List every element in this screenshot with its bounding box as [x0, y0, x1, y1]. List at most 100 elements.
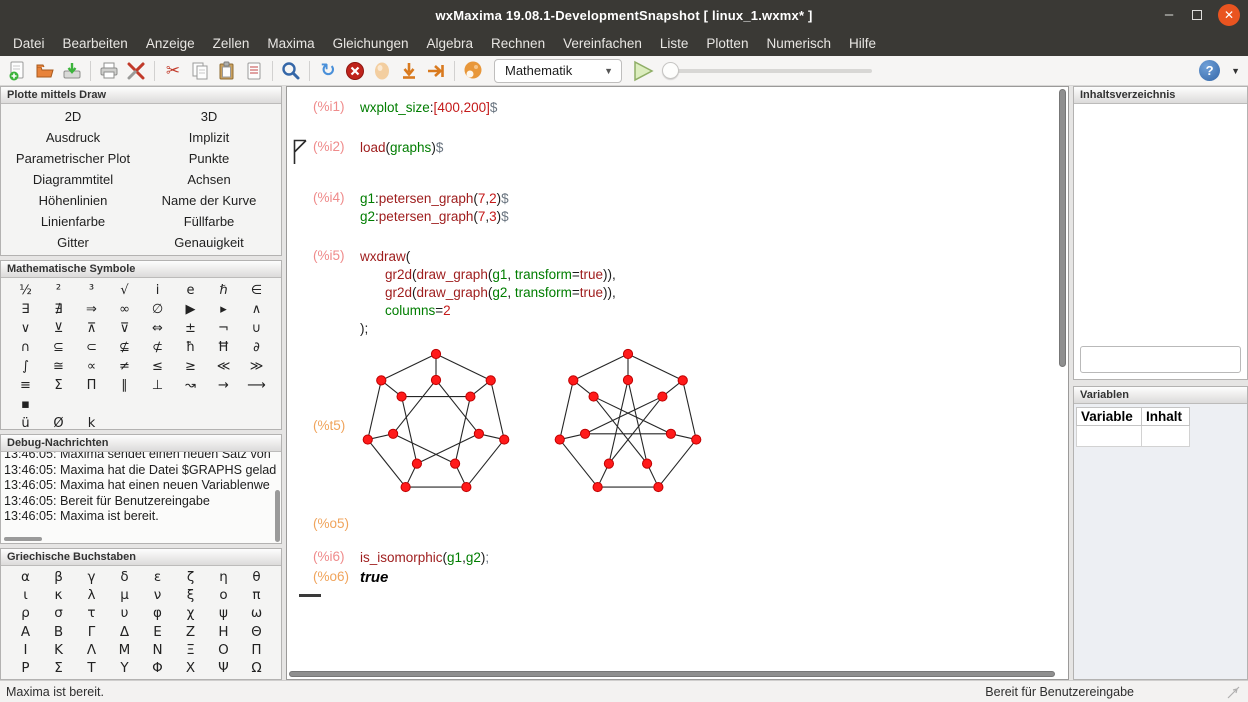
help-icon[interactable]: ?	[1199, 60, 1220, 81]
notebook-vertical-scrollbar-thumb[interactable]	[1059, 89, 1066, 367]
debug-horizontal-scrollbar[interactable]	[4, 537, 42, 541]
greek-letter-button[interactable]: μ	[108, 586, 141, 604]
greek-letter-button[interactable]: ε	[141, 568, 174, 586]
menu-gleichungen[interactable]: Gleichungen	[324, 36, 418, 51]
greek-letter-button[interactable]: ψ	[207, 604, 240, 622]
symbol-button[interactable]: ³	[75, 281, 108, 300]
toolbar-overflow-icon[interactable]: ▼	[1231, 66, 1240, 76]
code-line[interactable]: );	[360, 320, 1056, 338]
symbol-button[interactable]: ∃	[9, 300, 42, 319]
symbol-button[interactable]: ∩	[9, 338, 42, 357]
code-editor[interactable]: load(graphs)$	[360, 139, 1056, 168]
symbol-button[interactable]: ⊼	[75, 319, 108, 338]
greek-letter-button[interactable]: Α	[9, 623, 42, 641]
greek-letter-button[interactable]: δ	[108, 568, 141, 586]
symbol-button[interactable]: ∧	[240, 300, 273, 319]
animation-slider[interactable]	[664, 59, 872, 83]
toc-filter-input[interactable]	[1080, 346, 1241, 373]
paste-icon[interactable]	[215, 59, 239, 83]
code-line[interactable]: wxplot_size:[400,200]$	[360, 99, 1056, 117]
symbol-button[interactable]: ⇒	[75, 300, 108, 319]
symbol-button[interactable]: ≡	[9, 376, 42, 395]
maximize-button[interactable]	[1192, 10, 1202, 20]
notebook-horizontal-scrollbar-thumb[interactable]	[289, 671, 1055, 677]
interrupt-icon[interactable]	[343, 59, 367, 83]
symbol-button[interactable]: ≅	[42, 357, 75, 376]
close-button[interactable]: ✕	[1218, 4, 1240, 26]
symbol-button[interactable]: ⇔	[141, 319, 174, 338]
symbol-button[interactable]: √	[108, 281, 141, 300]
symbol-button[interactable]: ½	[9, 281, 42, 300]
greek-letter-button[interactable]: Θ	[240, 623, 273, 641]
menu-algebra[interactable]: Algebra	[417, 36, 482, 51]
symbol-button[interactable]: ∪	[240, 319, 273, 338]
greek-letter-button[interactable]: Π	[240, 641, 273, 659]
greek-letter-button[interactable]: φ	[141, 604, 174, 622]
greek-letter-button[interactable]: υ	[108, 604, 141, 622]
symbol-button[interactable]: Ħ	[207, 338, 240, 357]
symbol-button[interactable]: k	[75, 414, 108, 430]
greek-letter-button[interactable]: ο	[207, 586, 240, 604]
greek-letter-button[interactable]: ξ	[174, 586, 207, 604]
symbol-button[interactable]: ∂	[240, 338, 273, 357]
greek-letter-button[interactable]: Φ	[141, 659, 174, 677]
menu-numerisch[interactable]: Numerisch	[757, 36, 840, 51]
symbol-button[interactable]: ℏ	[207, 281, 240, 300]
code-line[interactable]: g2:petersen_graph(7,3)$	[360, 208, 1056, 226]
greek-letter-button[interactable]: λ	[75, 586, 108, 604]
menu-rechnen[interactable]: Rechnen	[482, 36, 554, 51]
symbol-button[interactable]: ∫	[9, 357, 42, 376]
greek-letter-button[interactable]: Λ	[75, 641, 108, 659]
draw-button-diagrammtitel[interactable]: Diagrammtitel	[5, 169, 141, 190]
code-editor[interactable]: wxdraw(gr2d(draw_graph(g1, transform=tru…	[360, 248, 1056, 338]
symbol-button[interactable]: ⊆	[42, 338, 75, 357]
greek-letter-button[interactable]: Χ	[174, 659, 207, 677]
greek-letter-button[interactable]: π	[240, 586, 273, 604]
symbol-button[interactable]: ↝	[174, 376, 207, 395]
notebook-area[interactable]: (%i1)wxplot_size:[400,200]$(%i2)load(gra…	[286, 86, 1069, 680]
greek-letter-button[interactable]: Κ	[42, 641, 75, 659]
symbol-button[interactable]: e	[174, 281, 207, 300]
symbol-button[interactable]: ∄	[42, 300, 75, 319]
greek-letter-button[interactable]: γ	[75, 568, 108, 586]
symbol-button[interactable]: ⊄	[141, 338, 174, 357]
code-line[interactable]: load(graphs)$	[360, 139, 1056, 157]
symbol-button[interactable]: Ø	[42, 414, 75, 430]
greek-letter-button[interactable]: ρ	[9, 604, 42, 622]
greek-letter-button[interactable]: Γ	[75, 623, 108, 641]
symbol-button[interactable]: →	[207, 376, 240, 395]
greek-letter-button[interactable]: Ζ	[174, 623, 207, 641]
greek-letter-button[interactable]: ζ	[174, 568, 207, 586]
symbol-button[interactable]: ħ	[174, 338, 207, 357]
greek-letter-button[interactable]: χ	[174, 604, 207, 622]
cell-type-select[interactable]: Mathematik ▼	[494, 59, 622, 83]
code-editor[interactable]: is_isomorphic(g1,g2);	[360, 549, 1056, 567]
maxima-logo-icon[interactable]	[461, 59, 485, 83]
symbol-button[interactable]: ⟶	[240, 376, 273, 395]
greek-letter-button[interactable]: Τ	[75, 659, 108, 677]
animation-slider-track[interactable]	[664, 69, 872, 73]
greek-letter-button[interactable]: Ε	[141, 623, 174, 641]
greek-letter-button[interactable]: ι	[9, 586, 42, 604]
symbol-button[interactable]: ∝	[75, 357, 108, 376]
greek-letter-button[interactable]: Υ	[108, 659, 141, 677]
symbol-button[interactable]: ⊻	[42, 319, 75, 338]
draw-button-achsen[interactable]: Achsen	[141, 169, 277, 190]
symbol-button[interactable]: ∞	[108, 300, 141, 319]
copy-icon[interactable]	[188, 59, 212, 83]
greek-letter-button[interactable]: Μ	[108, 641, 141, 659]
horizontal-cell-cursor[interactable]	[299, 594, 321, 597]
greek-letter-button[interactable]: η	[207, 568, 240, 586]
follow-icon[interactable]	[370, 59, 394, 83]
menu-vereinfachen[interactable]: Vereinfachen	[554, 36, 651, 51]
configure-icon[interactable]	[124, 59, 148, 83]
open-icon[interactable]	[33, 59, 57, 83]
symbol-button[interactable]: ▸	[207, 300, 240, 319]
draw-button-name-der-kurve[interactable]: Name der Kurve	[141, 190, 277, 211]
greek-letter-button[interactable]: θ	[240, 568, 273, 586]
cut-icon[interactable]: ✂	[161, 59, 185, 83]
menu-anzeige[interactable]: Anzeige	[137, 36, 204, 51]
symbol-button[interactable]: ²	[42, 281, 75, 300]
symbol-button[interactable]: ⊽	[108, 319, 141, 338]
draw-button-linienfarbe[interactable]: Linienfarbe	[5, 211, 141, 232]
